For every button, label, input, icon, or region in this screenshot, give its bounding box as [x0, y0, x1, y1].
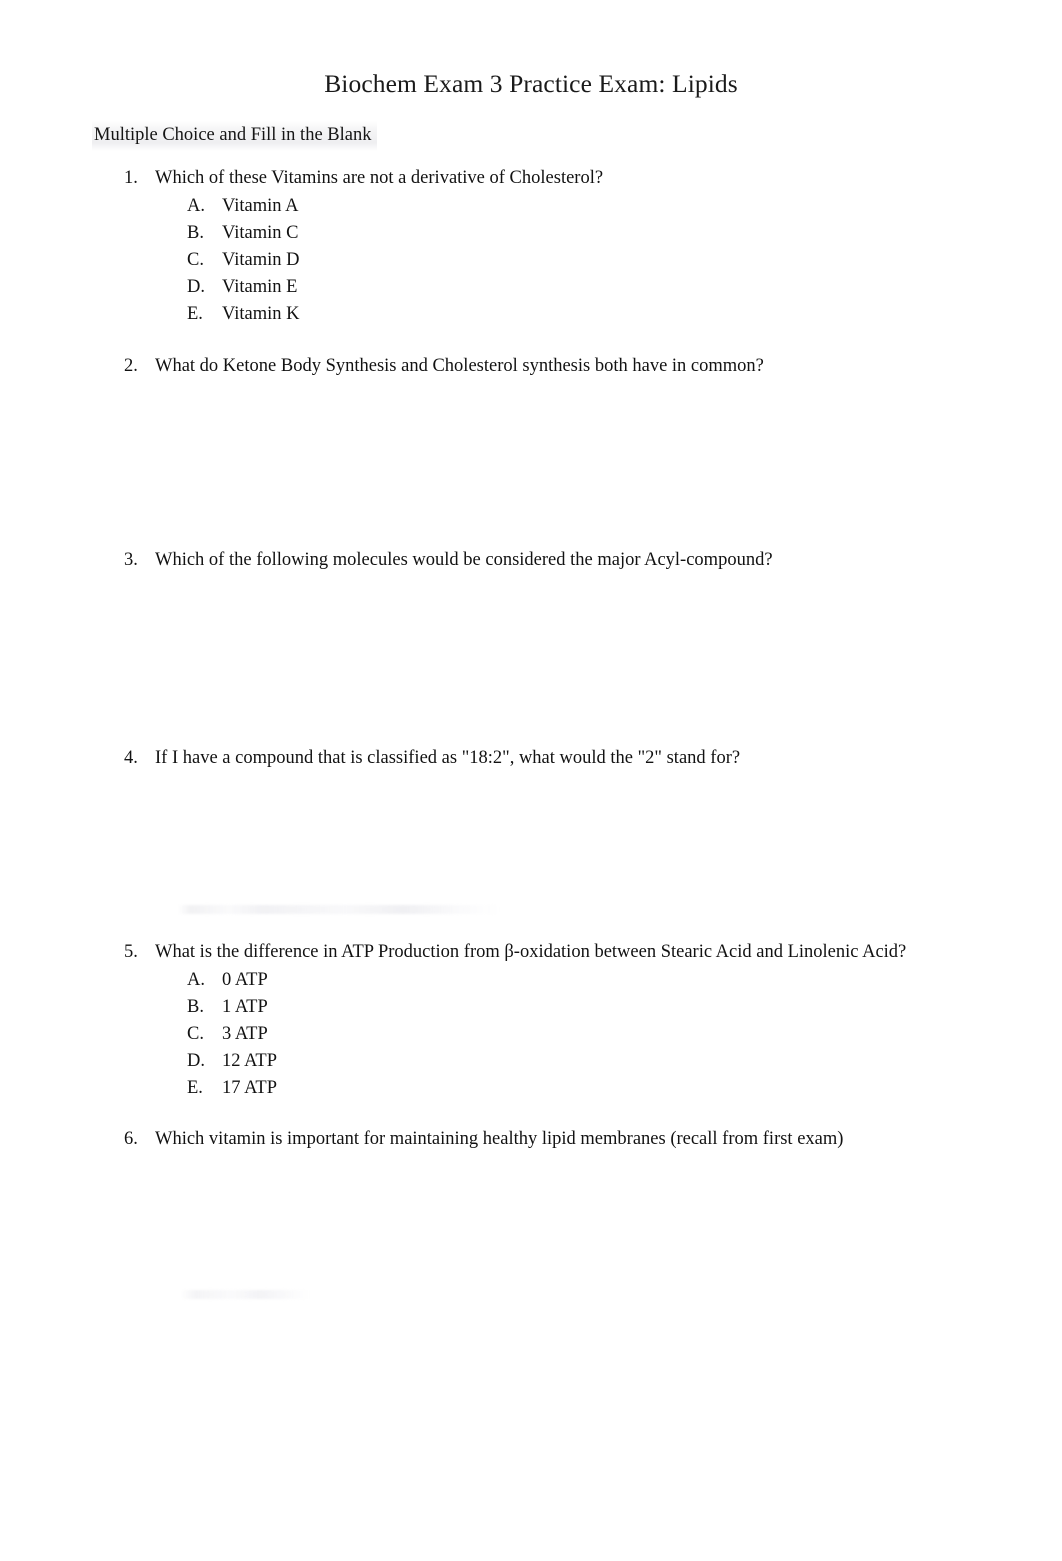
option-letter: E.	[187, 304, 203, 324]
option-text: Vitamin C	[222, 223, 299, 243]
question-number: 1.	[124, 168, 138, 188]
option-item[interactable]: B. Vitamin C	[187, 220, 1024, 247]
question-text: Which vitamin is important for maintaini…	[155, 1129, 844, 1149]
option-text: Vitamin K	[222, 304, 300, 324]
question-item: 6. Which vitamin is important for mainta…	[124, 1126, 1024, 1153]
question-line: 3. Which of the following molecules woul…	[124, 547, 1024, 574]
section-heading: Multiple Choice and Fill in the Blank	[92, 121, 378, 151]
option-item[interactable]: D. 12 ATP	[187, 1048, 1024, 1075]
option-text: 17 ATP	[222, 1078, 278, 1098]
question-line: 2. What do Ketone Body Synthesis and Cho…	[124, 353, 1024, 380]
document-page: Biochem Exam 3 Practice Exam: Lipids Mul…	[0, 0, 1062, 1561]
option-text: Vitamin E	[222, 277, 298, 297]
option-item[interactable]: C. Vitamin D	[187, 247, 1024, 274]
question-text: Which of these Vitamins are not a deriva…	[155, 168, 604, 188]
question-text: What do Ketone Body Synthesis and Choles…	[155, 356, 764, 376]
option-letter: D.	[187, 1051, 205, 1071]
option-text: 0 ATP	[222, 970, 268, 990]
question-number: 6.	[124, 1129, 138, 1149]
question-line: 5. What is the difference in ATP Product…	[124, 939, 1024, 966]
page-title: Biochem Exam 3 Practice Exam: Lipids	[324, 69, 738, 98]
question-text: If I have a compound that is classified …	[155, 748, 741, 768]
option-letter: D.	[187, 277, 205, 297]
question-line: 6. Which vitamin is important for mainta…	[124, 1126, 1024, 1153]
option-letter: C.	[187, 250, 204, 270]
option-list: A. Vitamin A B. Vitamin C C. Vitamin D D…	[187, 193, 1024, 328]
question-item: 1. Which of these Vitamins are not a der…	[124, 165, 1024, 328]
option-text: Vitamin A	[222, 196, 299, 216]
option-text: 3 ATP	[222, 1024, 268, 1044]
question-text: Which of the following molecules would b…	[155, 550, 773, 570]
option-item[interactable]: B. 1 ATP	[187, 994, 1024, 1021]
option-text: Vitamin D	[222, 250, 300, 270]
question-number: 2.	[124, 356, 138, 376]
question-item: 5. What is the difference in ATP Product…	[124, 939, 1024, 1102]
option-text: 1 ATP	[222, 997, 268, 1017]
option-letter: A.	[187, 970, 205, 990]
option-letter: C.	[187, 1024, 204, 1044]
question-text: What is the difference in ATP Production…	[155, 942, 907, 962]
option-item[interactable]: E. 17 ATP	[187, 1075, 1024, 1102]
question-number: 3.	[124, 550, 138, 570]
question-number: 4.	[124, 748, 138, 768]
option-item[interactable]: A. 0 ATP	[187, 967, 1024, 994]
question-item: 2. What do Ketone Body Synthesis and Cho…	[124, 353, 1024, 380]
option-item[interactable]: C. 3 ATP	[187, 1021, 1024, 1048]
option-item[interactable]: A. Vitamin A	[187, 193, 1024, 220]
erased-content-smudge	[180, 1290, 310, 1299]
question-item: 3. Which of the following molecules woul…	[124, 547, 1024, 574]
option-item[interactable]: E. Vitamin K	[187, 301, 1024, 328]
option-list: A. 0 ATP B. 1 ATP C. 3 ATP D. 12 ATP E. …	[187, 967, 1024, 1102]
option-text: 12 ATP	[222, 1051, 278, 1071]
option-letter: E.	[187, 1078, 203, 1098]
option-letter: A.	[187, 196, 205, 216]
erased-content-smudge	[178, 905, 500, 914]
question-number: 5.	[124, 942, 138, 962]
option-letter: B.	[187, 223, 204, 243]
question-line: 4. If I have a compound that is classifi…	[124, 745, 1024, 772]
question-line: 1. Which of these Vitamins are not a der…	[124, 165, 1024, 192]
question-item: 4. If I have a compound that is classifi…	[124, 745, 1024, 772]
option-item[interactable]: D. Vitamin E	[187, 274, 1024, 301]
option-letter: B.	[187, 997, 204, 1017]
